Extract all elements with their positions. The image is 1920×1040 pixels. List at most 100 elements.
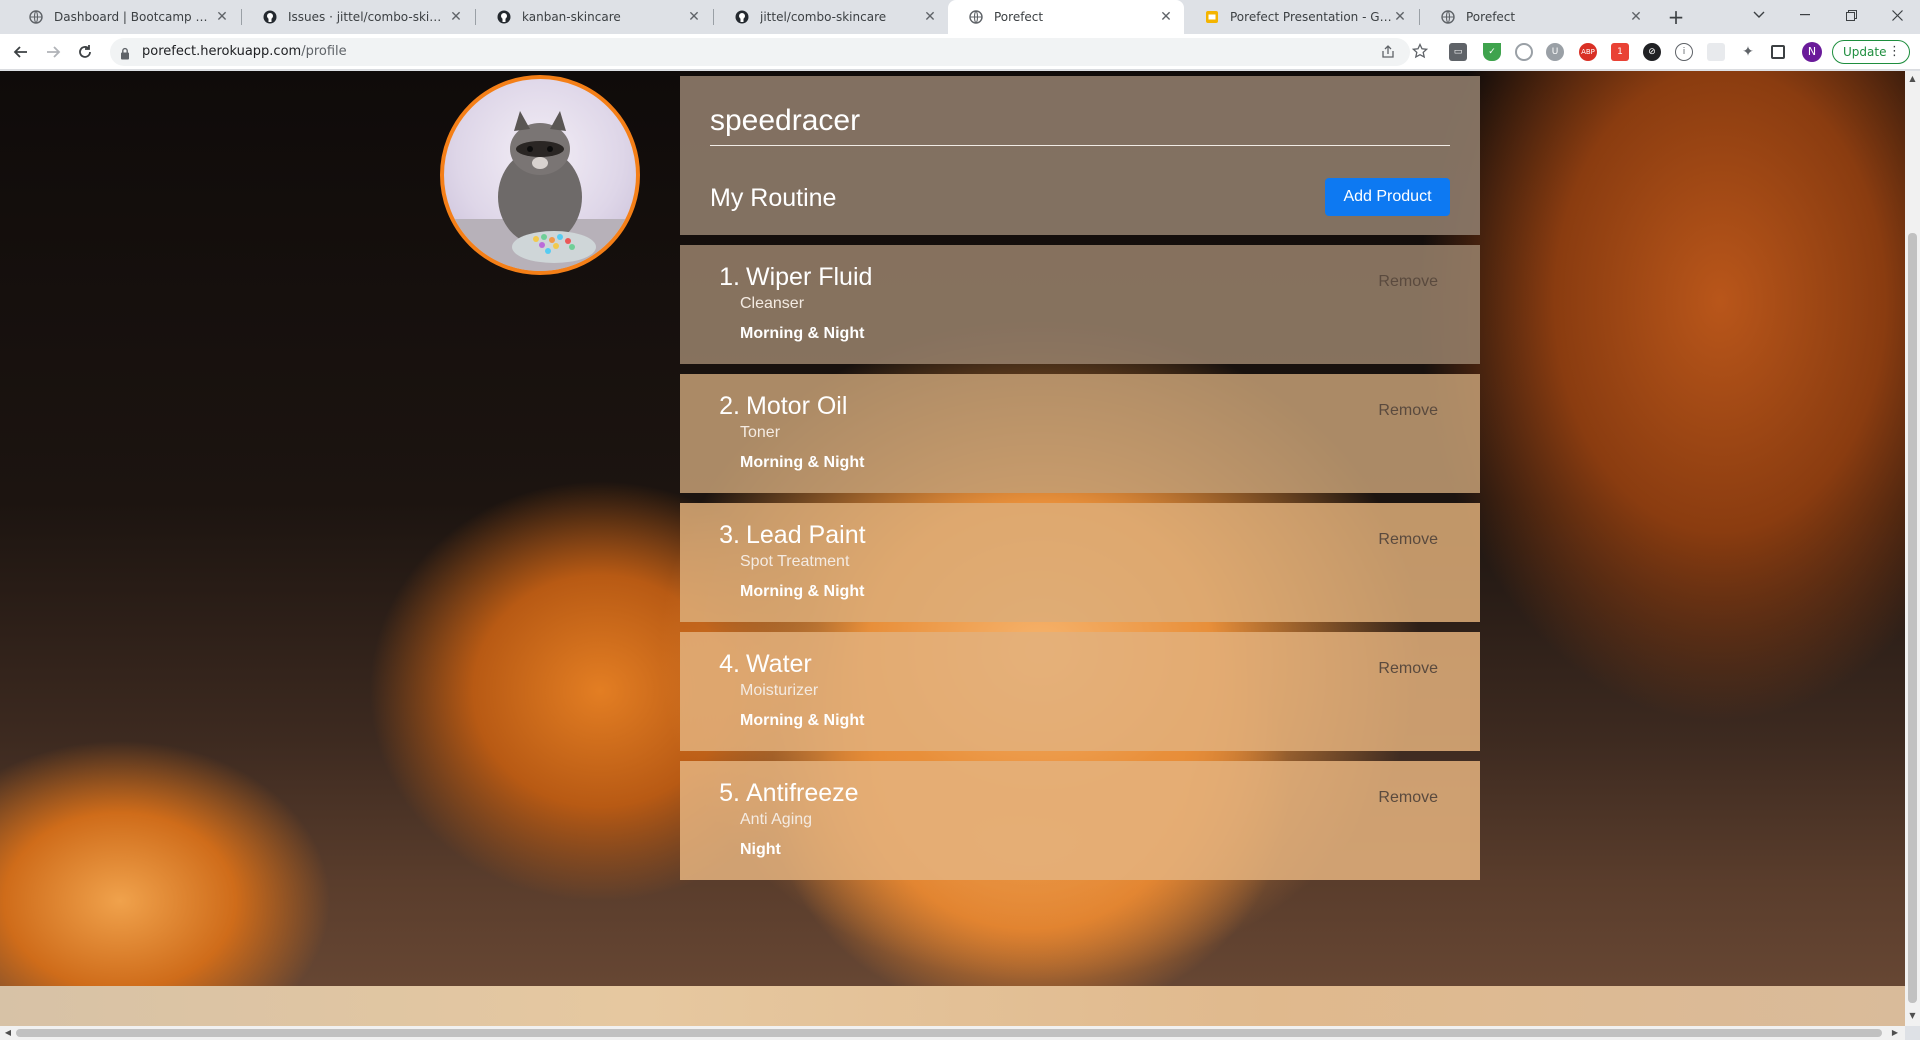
close-tab-icon[interactable]: ✕ bbox=[214, 9, 230, 25]
raccoon-photo-icon bbox=[444, 111, 636, 271]
tab-porefect[interactable]: Porefect ✕ bbox=[1420, 0, 1654, 34]
product-category: Spot Treatment bbox=[740, 553, 850, 570]
share-icon[interactable] bbox=[1380, 44, 1396, 60]
close-tab-icon[interactable]: ✕ bbox=[1158, 9, 1174, 25]
scroll-up-arrow-icon[interactable]: ▲ bbox=[1908, 74, 1917, 84]
tab-title: Dashboard | Bootcamp Spot bbox=[54, 10, 214, 24]
product-category: Anti Aging bbox=[740, 811, 813, 828]
google-slides-icon bbox=[1204, 9, 1220, 25]
extensions-puzzle-icon[interactable]: ✦ bbox=[1739, 43, 1757, 61]
profile-avatar[interactable]: N bbox=[1802, 42, 1822, 62]
username: speedracer bbox=[710, 104, 861, 137]
scroll-down-arrow-icon[interactable]: ▼ bbox=[1908, 1011, 1917, 1021]
add-product-button[interactable]: Add Product bbox=[1325, 178, 1450, 216]
browser-toolbar: porefect.herokuapp.com/profile ▭ ✓ U ABP… bbox=[0, 34, 1920, 70]
adblock-icon[interactable]: ABP bbox=[1579, 43, 1597, 61]
routine-heading: My Routine bbox=[710, 184, 837, 212]
address-bar[interactable]: porefect.herokuapp.com/profile bbox=[110, 38, 1410, 66]
extension-u-icon[interactable]: U bbox=[1546, 43, 1564, 61]
product-name: Antifreeze bbox=[746, 779, 859, 807]
close-tab-icon[interactable]: ✕ bbox=[922, 9, 938, 25]
more-menu-icon[interactable]: ⋮ bbox=[1888, 44, 1901, 59]
update-button[interactable]: Update ⋮ bbox=[1832, 40, 1910, 64]
side-panel-icon[interactable] bbox=[1771, 45, 1785, 59]
remove-product-button[interactable]: Remove bbox=[1378, 273, 1438, 291]
remove-product-button[interactable]: Remove bbox=[1378, 789, 1438, 807]
horizontal-scroll-thumb[interactable] bbox=[16, 1029, 1882, 1037]
product-category: Toner bbox=[740, 424, 781, 441]
tab-title: jittel/combo-skincare bbox=[760, 10, 887, 24]
product-name: Lead Paint bbox=[746, 521, 866, 549]
url-path: /profile bbox=[301, 44, 347, 59]
back-arrow-icon[interactable] bbox=[9, 40, 33, 64]
username-divider bbox=[710, 145, 1450, 146]
extension-circle-icon[interactable] bbox=[1515, 43, 1533, 61]
product-number: 2. bbox=[719, 392, 740, 420]
globe-icon bbox=[1440, 9, 1456, 25]
close-window-button[interactable] bbox=[1874, 0, 1920, 30]
globe-icon bbox=[968, 9, 984, 25]
product-title: 2. Motor Oil bbox=[713, 392, 847, 421]
profile-header-card: speedracer My Routine Add Product bbox=[680, 76, 1480, 235]
scroll-left-arrow-icon[interactable]: ◀ bbox=[3, 1028, 13, 1038]
extension-info-icon[interactable]: i bbox=[1675, 43, 1693, 61]
vertical-scrollbar[interactable]: ▲ ▼ bbox=[1905, 71, 1920, 1026]
tab-title: Porefect bbox=[1466, 10, 1516, 24]
url-domain: porefect.herokuapp.com bbox=[142, 44, 302, 59]
restore-button[interactable] bbox=[1828, 0, 1874, 30]
product-category: Cleanser bbox=[740, 295, 805, 312]
lock-icon[interactable] bbox=[120, 45, 130, 64]
tab-title: Porefect bbox=[994, 10, 1044, 24]
minimize-button[interactable] bbox=[1782, 0, 1828, 30]
remove-product-button[interactable]: Remove bbox=[1378, 402, 1438, 420]
extension-blocked-icon[interactable]: ⊘ bbox=[1643, 43, 1661, 61]
extension-shield-icon[interactable]: ✓ bbox=[1483, 43, 1501, 61]
close-tab-icon[interactable]: ✕ bbox=[448, 9, 464, 25]
product-name: Motor Oil bbox=[746, 392, 848, 420]
github-icon bbox=[734, 9, 750, 25]
forward-arrow-icon[interactable] bbox=[41, 40, 65, 64]
product-name: Wiper Fluid bbox=[746, 263, 873, 291]
reload-icon[interactable] bbox=[73, 40, 97, 64]
scroll-right-arrow-icon[interactable]: ▶ bbox=[1890, 1028, 1900, 1038]
tab-combo-skincare[interactable]: jittel/combo-skincare ✕ bbox=[714, 0, 948, 34]
close-tab-icon[interactable]: ✕ bbox=[1392, 9, 1408, 25]
new-tab-button[interactable]: + bbox=[1664, 5, 1688, 29]
extension-blank-icon[interactable] bbox=[1707, 43, 1725, 61]
close-tab-icon[interactable]: ✕ bbox=[1628, 9, 1644, 25]
product-time: Night bbox=[740, 841, 781, 858]
url-text: porefect.herokuapp.com/profile bbox=[142, 44, 347, 59]
tab-search-chevron-icon[interactable] bbox=[1736, 0, 1782, 30]
page-viewport: speedracer My Routine Add Product 1. Wipe… bbox=[0, 71, 1905, 1026]
routine-item: 2. Motor Oil Toner Morning & Night Remove bbox=[680, 374, 1480, 493]
product-time: Morning & Night bbox=[740, 583, 865, 600]
product-time: Morning & Night bbox=[740, 325, 865, 342]
github-icon bbox=[496, 9, 512, 25]
remove-product-button[interactable]: Remove bbox=[1378, 660, 1438, 678]
tab-github-issues[interactable]: Issues · jittel/combo-skincare ✕ bbox=[242, 0, 474, 34]
tab-porefect-active[interactable]: Porefect ✕ bbox=[948, 0, 1184, 34]
tab-porefect-presentation[interactable]: Porefect Presentation - Google S ✕ bbox=[1184, 0, 1418, 34]
product-name: Water bbox=[746, 650, 812, 678]
footer-strip bbox=[0, 986, 1905, 1026]
tab-bootcamp-dashboard[interactable]: Dashboard | Bootcamp Spot ✕ bbox=[8, 0, 240, 34]
close-tab-icon[interactable]: ✕ bbox=[686, 9, 702, 25]
product-title: 1. Wiper Fluid bbox=[713, 263, 872, 292]
remove-product-button[interactable]: Remove bbox=[1378, 531, 1438, 549]
browser-tab-strip: Dashboard | Bootcamp Spot ✕ Issues · jit… bbox=[0, 0, 1920, 34]
routine-item: 1. Wiper Fluid Cleanser Morning & Night R… bbox=[680, 245, 1480, 364]
extension-screen-icon[interactable]: ▭ bbox=[1449, 43, 1467, 61]
tab-kanban-skincare[interactable]: kanban-skincare ✕ bbox=[476, 0, 712, 34]
product-number: 3. bbox=[719, 521, 740, 549]
horizontal-scrollbar[interactable]: ◀ ▶ bbox=[0, 1026, 1905, 1040]
product-category: Moisturizer bbox=[740, 682, 819, 699]
product-time: Morning & Night bbox=[740, 712, 865, 729]
bookmark-star-icon[interactable] bbox=[1412, 43, 1428, 59]
product-title: 5. Antifreeze bbox=[713, 779, 859, 808]
vertical-scroll-thumb[interactable] bbox=[1908, 233, 1917, 1003]
extension-badge-icon[interactable]: 1 bbox=[1611, 43, 1629, 61]
product-time: Morning & Night bbox=[740, 454, 865, 471]
github-icon bbox=[262, 9, 278, 25]
globe-icon bbox=[28, 9, 44, 25]
tab-title: Issues · jittel/combo-skincare bbox=[288, 10, 448, 24]
